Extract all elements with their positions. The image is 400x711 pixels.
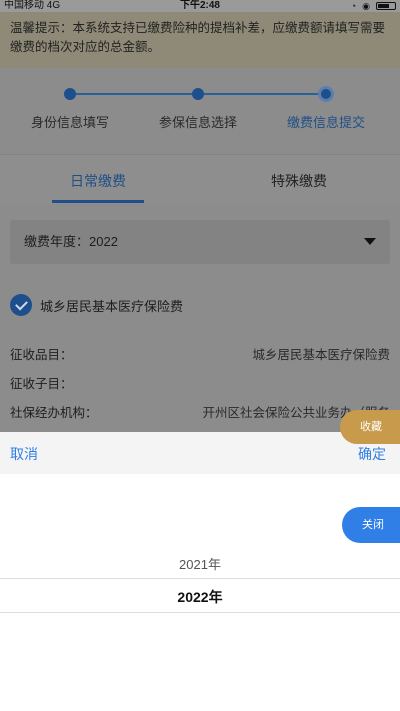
step-dot-2 bbox=[192, 88, 204, 100]
picker-selection-top-line bbox=[0, 578, 400, 579]
close-button[interactable]: 关闭 bbox=[342, 507, 400, 543]
payment-year-label: 缴费年度：2022 bbox=[24, 234, 118, 249]
step-label-insurance: 参保信息选择 bbox=[158, 115, 237, 130]
picker-toolbar: 取消 确定 bbox=[0, 432, 400, 474]
step-dot-1 bbox=[64, 88, 76, 100]
checkmark-icon[interactable] bbox=[10, 294, 32, 316]
alarm-icon: ◔ bbox=[350, 1, 357, 11]
insurance-item-label: 城乡居民基本医疗保险费 bbox=[40, 298, 184, 314]
notice-banner: 温馨提示：本系统支持已缴费险种的提档补差，应缴费额请填写需要缴费的档次对应的总金… bbox=[0, 12, 400, 68]
tab-daily-payment[interactable]: 日常缴费 bbox=[23, 171, 173, 191]
status-icons: ◔ ◉ bbox=[351, 0, 396, 12]
info-key: 社保经办机构： bbox=[10, 406, 98, 420]
step-progress: 身份信息填写 参保信息选择 缴费信息提交 bbox=[0, 68, 400, 154]
year-picker-wheel[interactable]: 2021年 2022年 bbox=[0, 474, 400, 711]
picker-confirm-button[interactable]: 确定 bbox=[358, 444, 386, 464]
step-connector-2 bbox=[198, 93, 326, 95]
step-dot-3 bbox=[318, 86, 334, 102]
info-value: 城乡居民基本医疗保险费 bbox=[252, 348, 390, 362]
notice-text: 温馨提示：本系统支持已缴费险种的提档补差，应缴费额请填写需要缴费的档次对应的总金… bbox=[10, 21, 386, 54]
info-key: 征收子目： bbox=[10, 377, 73, 391]
info-key: 征收品目： bbox=[10, 348, 73, 362]
picker-option-selected[interactable]: 2022年 bbox=[0, 587, 400, 607]
payment-year-select[interactable]: 缴费年度：2022 bbox=[10, 220, 390, 264]
step-label-payment: 缴费信息提交 bbox=[286, 115, 365, 130]
caret-down-icon bbox=[364, 238, 376, 245]
lock-rotation-icon: ◉ bbox=[362, 1, 370, 11]
battery-icon bbox=[376, 2, 396, 10]
step-label-identity: 身份信息填写 bbox=[30, 115, 109, 130]
clock: 下午2:48 bbox=[179, 0, 220, 11]
payment-form: 缴费年度：2022 城乡居民基本医疗保险费 征收品目： 城乡居民基本医疗保险费 … bbox=[0, 204, 400, 432]
picker-selection-bottom-line bbox=[0, 612, 400, 613]
favorite-button[interactable]: 收藏 bbox=[340, 410, 400, 444]
step-connector-1 bbox=[70, 93, 198, 95]
tab-special-payment[interactable]: 特殊缴费 bbox=[224, 171, 374, 191]
tab-active-indicator bbox=[52, 200, 144, 203]
payment-tabs: 日常缴费 特殊缴费 bbox=[0, 154, 400, 204]
status-bar: 中国移动 4G 下午2:48 ◔ ◉ bbox=[0, 0, 400, 12]
picker-option[interactable]: 2021年 bbox=[0, 554, 400, 573]
picker-cancel-button[interactable]: 取消 bbox=[10, 444, 38, 464]
insurance-item-checkbox-row[interactable]: 城乡居民基本医疗保险费 bbox=[10, 292, 183, 318]
